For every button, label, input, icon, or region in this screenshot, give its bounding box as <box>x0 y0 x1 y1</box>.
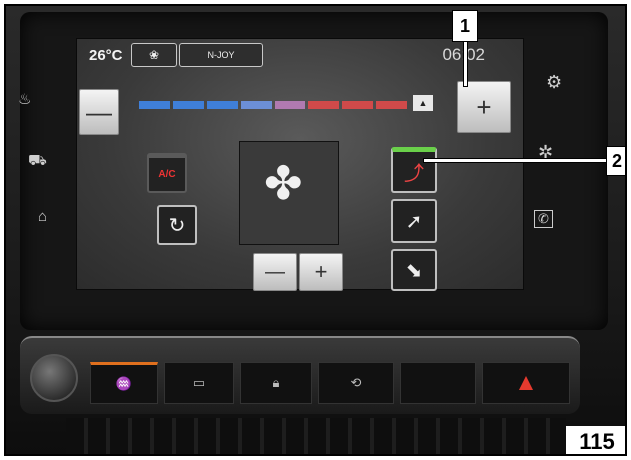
photo-frame: ♨ ⛟ ⌂ ⚙ ✲ ✆ 26°C ❀ N-JOY 06:02 — <box>4 4 627 456</box>
temperature-readout: 26°C <box>89 47 123 64</box>
rear-window-defrost-icon: ▭ <box>192 375 206 390</box>
lock-icon: 🔒︎ <box>272 375 280 390</box>
central-lock-button[interactable]: 🔒︎ <box>240 362 312 404</box>
ac-button[interactable]: A/C <box>147 153 187 193</box>
temp-segment <box>206 101 238 109</box>
temp-segment <box>274 101 306 109</box>
recirculation-icon: ↻ <box>168 214 186 237</box>
airflow-windscreen-feet-button[interactable]: ⤴ <box>391 147 437 193</box>
screen-top-bar: 26°C ❀ N-JOY 06:02 <box>77 39 523 73</box>
hazard-icon: ▲ <box>514 369 538 396</box>
temp-segment <box>308 101 340 109</box>
temperature-slider[interactable] <box>139 101 407 109</box>
temperature-plus-button[interactable]: + <box>457 81 511 133</box>
temp-segment <box>376 101 407 109</box>
blank-console-button[interactable] <box>400 362 476 404</box>
temp-segment <box>342 101 374 109</box>
callout-2-leader <box>424 159 610 162</box>
callout-2: 2 <box>606 146 625 176</box>
phone-icon[interactable]: ✆ <box>534 210 553 228</box>
rear-defrost-icon[interactable]: ♨ <box>18 90 31 108</box>
fan-minus-button[interactable]: — <box>253 253 297 291</box>
air-vents <box>66 418 566 454</box>
temp-segment <box>172 101 204 109</box>
seat-icon[interactable]: ⌂ <box>38 208 47 225</box>
tab-radio[interactable]: N-JOY <box>179 43 263 67</box>
recirculation-car-icon: ⟲ <box>350 375 362 390</box>
fan-icon: ✤ <box>264 157 303 209</box>
airflow-feet-icon: ⬊ <box>405 259 423 282</box>
fan-small-icon: ❀ <box>148 48 160 62</box>
volume-knob[interactable] <box>30 354 78 402</box>
car-icon[interactable]: ⛟ <box>28 152 47 171</box>
rear-window-defrost-button[interactable]: ▭ <box>164 362 234 404</box>
temperature-up-arrow-icon[interactable]: ▲ <box>413 95 433 111</box>
front-defrost-button[interactable]: ♒ <box>90 362 158 404</box>
callout-1-leader <box>464 40 467 86</box>
airflow-feet-button[interactable]: ⬊ <box>391 249 437 291</box>
hazard-button[interactable]: ▲ <box>482 362 570 404</box>
ac-label: A/C <box>158 169 176 180</box>
touchscreen: 26°C ❀ N-JOY 06:02 — ▲ + A <box>76 38 524 291</box>
airflow-face-icon: ➚ <box>405 210 423 233</box>
temp-segment <box>240 101 272 109</box>
front-defrost-icon: ♒ <box>115 376 133 391</box>
air-recirculation-button[interactable]: ⟲ <box>318 362 394 404</box>
display-bezel: ♨ ⛟ ⌂ ⚙ ✲ ✆ 26°C ❀ N-JOY 06:02 — <box>18 12 608 330</box>
tab-climate-icon[interactable]: ❀ <box>131 43 177 67</box>
settings-gears-icon[interactable]: ⚙ <box>546 72 562 93</box>
temp-segment <box>139 101 170 109</box>
fan-speed-panel: ✤ <box>239 141 339 245</box>
airflow-windscreen-icon: ⤴ <box>404 163 424 185</box>
temperature-minus-button[interactable]: — <box>79 89 119 135</box>
fan-plus-button[interactable]: + <box>299 253 343 291</box>
airflow-face-button[interactable]: ➚ <box>391 199 437 243</box>
recirculation-button[interactable]: ↻ <box>157 205 197 245</box>
figure-number: 115 <box>566 426 625 454</box>
callout-1: 1 <box>452 10 478 42</box>
